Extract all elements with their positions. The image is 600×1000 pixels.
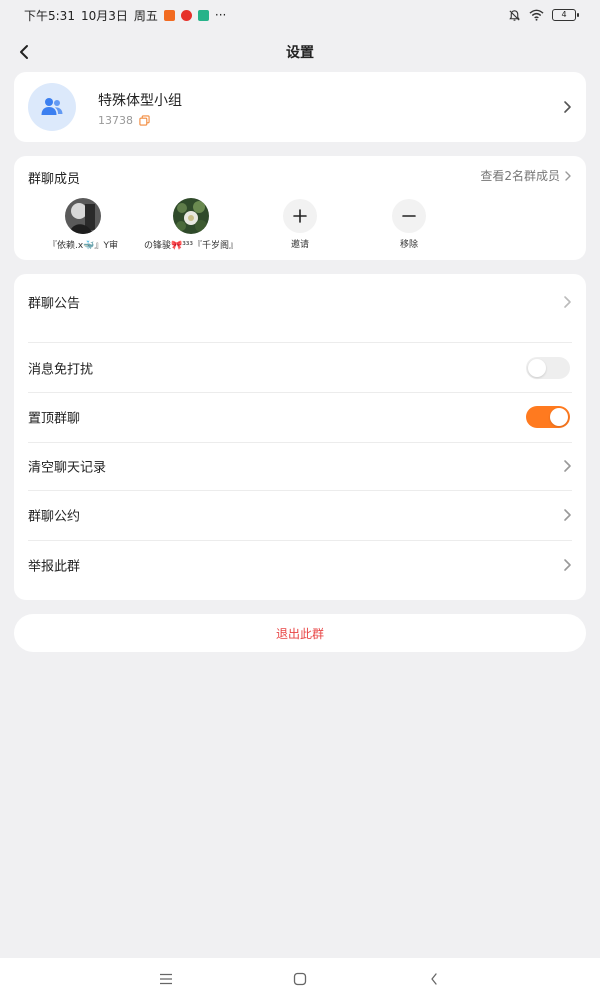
menu-button[interactable] [154, 967, 178, 991]
copy-icon[interactable] [139, 115, 150, 126]
app-notification-icon [180, 9, 192, 21]
group-name: 特殊体型小组 [98, 93, 182, 109]
mute-label: 消息免打扰 [28, 362, 94, 378]
remove-circle [392, 199, 426, 233]
status-left: 下午5:31 10月3日 周五 ··· [24, 7, 226, 24]
invite-circle [283, 199, 317, 233]
chevron-right-icon [564, 559, 571, 571]
members-card: 群聊成员 查看2名群成员 『依赖.x🐳』Y审 の锋骏🎀³³³『千岁阁』 邀请 移… [14, 156, 586, 260]
pin-row: 置顶群聊 [14, 392, 586, 442]
announcement-row[interactable]: 群聊公告 [14, 276, 586, 330]
pin-toggle[interactable] [526, 406, 570, 428]
page-title: 设置 [286, 45, 314, 61]
member-name: の锋骏🎀³³³『千岁阁』 [143, 241, 239, 251]
status-right: 4 [508, 9, 579, 22]
app-notification-icon [197, 9, 209, 21]
rules-label: 群聊公约 [28, 509, 81, 525]
back-button[interactable] [10, 38, 38, 66]
announcement-label: 群聊公告 [28, 296, 81, 312]
remove-member-button[interactable]: 移除 [359, 198, 459, 250]
back-triangle-icon [431, 973, 437, 985]
exit-group-button[interactable]: 退出此群 [14, 614, 586, 652]
chevron-right-icon [564, 509, 571, 521]
view-all-members-link[interactable]: 查看2名群成员 [480, 167, 572, 184]
more-notifications: ··· [214, 8, 227, 22]
clear-history-row[interactable]: 清空聊天记录 [14, 441, 586, 491]
rules-row[interactable]: 群聊公约 [14, 490, 586, 540]
back-arrow-icon [20, 45, 28, 59]
system-nav-bar [0, 958, 600, 1000]
group-avatar [28, 83, 76, 131]
mute-toggle[interactable] [526, 357, 570, 379]
minus-icon [402, 215, 416, 217]
member-item[interactable]: の锋骏🎀³³³『千岁阁』 [141, 198, 241, 251]
home-button[interactable] [288, 967, 312, 991]
remove-label: 移除 [399, 240, 418, 250]
clear-history-label: 清空聊天记录 [28, 460, 107, 476]
chevron-right-icon [564, 460, 571, 472]
pin-label: 置顶群聊 [28, 411, 81, 427]
member-avatar [173, 198, 209, 234]
menu-icon [160, 973, 172, 985]
view-all-members-label: 查看2名群成员 [480, 169, 560, 183]
mute-row: 消息免打扰 [14, 343, 586, 393]
member-name: 『依赖.x🐳』Y审 [48, 241, 118, 251]
mute-bell-icon [509, 9, 520, 21]
plus-icon [293, 209, 307, 223]
status-date: 10月3日 [80, 8, 128, 23]
member-avatar [65, 198, 101, 234]
wifi-icon [529, 9, 544, 21]
back-nav-button[interactable] [422, 967, 446, 991]
invite-label: 邀请 [290, 240, 309, 250]
report-row[interactable]: 举报此群 [14, 540, 586, 590]
invite-member-button[interactable]: 邀请 [250, 198, 350, 250]
chevron-right-icon [564, 296, 571, 308]
status-weekday: 周五 [133, 8, 158, 23]
chevron-right-icon [564, 101, 571, 113]
group-users-icon [41, 98, 63, 115]
status-time: 下午5:31 [24, 8, 75, 23]
app-notification-icon [163, 9, 175, 21]
status-bar: 下午5:31 10月3日 周五 ··· 4 [0, 0, 600, 30]
battery-icon: 4 [552, 9, 579, 21]
report-label: 举报此群 [28, 559, 81, 575]
settings-card: 群聊公告 消息免打扰 置顶群聊 清空聊天记录 群聊公约 举报此群 [14, 274, 586, 600]
group-id-row: 13738 [98, 114, 150, 127]
header: 设置 [0, 34, 600, 70]
members-title: 群聊成员 [28, 172, 81, 187]
chevron-right-icon [565, 170, 571, 181]
home-square-icon [293, 972, 307, 986]
group-info-card[interactable]: 特殊体型小组 13738 [14, 72, 586, 142]
group-id: 13738 [98, 114, 133, 127]
member-item[interactable]: 『依赖.x🐳』Y审 [33, 198, 133, 251]
